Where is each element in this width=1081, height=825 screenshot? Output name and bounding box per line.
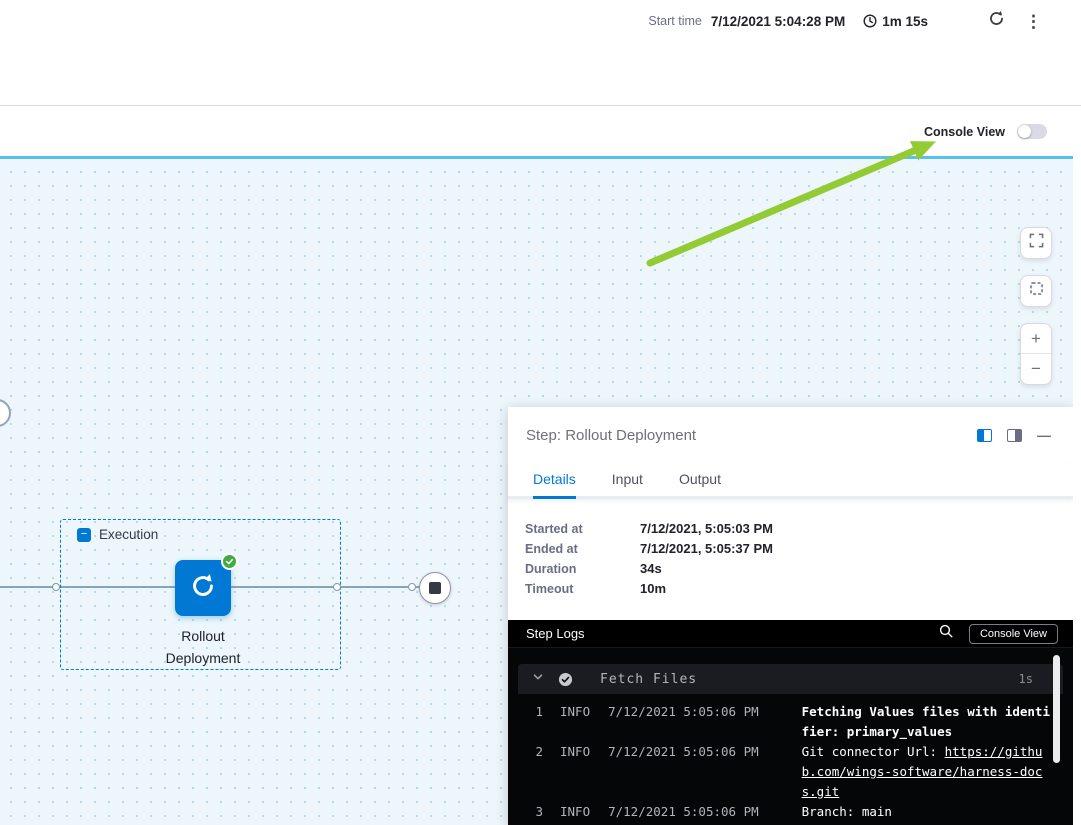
log-line-number: 2	[518, 742, 543, 762]
detail-label: Timeout	[525, 579, 640, 599]
log-line: 3 INFO 7/12/2021 5:05:06 PM Branch: main	[518, 802, 1063, 822]
detail-label: Ended at	[525, 539, 640, 559]
detail-value: 7/12/2021, 5:05:37 PM	[640, 539, 773, 559]
log-level: INFO	[560, 702, 590, 722]
log-body: Fetch Files 1s 1 INFO 7/12/2021 5:05:06 …	[508, 648, 1073, 825]
log-search-button[interactable]	[939, 624, 953, 643]
log-line: 1 INFO 7/12/2021 5:05:06 PM Fetching Val…	[518, 702, 1063, 742]
detail-value: 34s	[640, 559, 662, 579]
search-icon	[939, 624, 953, 643]
tab-input[interactable]: Input	[612, 471, 643, 496]
step-panel-tabs: Details Input Output	[508, 463, 1073, 499]
detail-row: Started at 7/12/2021, 5:05:03 PM	[525, 519, 1073, 539]
detail-label: Started at	[525, 519, 640, 539]
detail-row: Duration 34s	[525, 559, 1073, 579]
console-view-button[interactable]: Console View	[969, 624, 1058, 644]
start-time-label: Start time	[648, 14, 702, 28]
detail-value: 7/12/2021, 5:05:03 PM	[640, 519, 773, 539]
step-logs-header: Step Logs Console View	[508, 620, 1073, 648]
dock-right-icon	[1007, 429, 1022, 442]
marquee-selection-icon	[1029, 281, 1044, 301]
stop-square-icon	[429, 582, 441, 594]
step-panel-title: Step: Rollout Deployment	[526, 427, 977, 444]
collapse-group-button[interactable]: −	[77, 528, 91, 542]
log-message: Branch: main	[802, 802, 1053, 822]
zoom-out-button[interactable]: −	[1021, 354, 1051, 384]
console-view-toggle-label: Console View	[924, 125, 1005, 139]
edge-connector-dot	[52, 583, 60, 591]
log-line-number: 1	[518, 702, 543, 722]
stage-end-node[interactable]	[419, 572, 451, 604]
zoom-in-button[interactable]: +	[1021, 324, 1051, 354]
log-message: Fetching Values files with identifier: p…	[802, 702, 1053, 742]
kebab-menu-button[interactable]: ⋮	[1025, 13, 1042, 30]
fit-selection-button[interactable]	[1020, 275, 1052, 307]
dock-left-button[interactable]	[977, 429, 992, 442]
step-details-panel: Step: Rollout Deployment — Details Input…	[508, 407, 1073, 825]
log-message-prefix: Git connector Url:	[802, 744, 945, 759]
elapsed-duration: 1m 15s	[882, 14, 928, 29]
log-message: Git connector Url: https://github.com/wi…	[802, 742, 1053, 802]
execution-group-label: Execution	[99, 527, 158, 542]
start-time-value: 7/12/2021 5:04:28 PM	[711, 14, 845, 29]
previous-stage-node-partial	[0, 399, 11, 427]
log-timestamp: 7/12/2021 5:05:06 PM	[608, 802, 759, 822]
log-timestamp: 7/12/2021 5:05:06 PM	[608, 702, 759, 722]
log-section-duration: 1s	[1019, 672, 1033, 686]
clock-icon	[863, 14, 877, 28]
log-level: INFO	[560, 742, 590, 762]
step-logs-title: Step Logs	[526, 626, 939, 641]
chevron-down-icon	[532, 670, 544, 688]
log-section-fetch-files[interactable]: Fetch Files 1s	[518, 664, 1063, 694]
view-options-bar: Console View	[0, 107, 1081, 156]
node-label-line1: Rollout	[118, 625, 288, 647]
step-logs-console: Step Logs Console View Fetch Files 1s	[508, 620, 1073, 825]
edge-connector-dot	[408, 583, 416, 591]
step-details-list: Started at 7/12/2021, 5:05:03 PM Ended a…	[508, 499, 1073, 599]
detail-row: Ended at 7/12/2021, 5:05:37 PM	[525, 539, 1073, 559]
rollout-deployment-node[interactable]	[175, 560, 231, 616]
success-badge-icon	[221, 553, 238, 570]
page-gutter	[1073, 156, 1081, 825]
log-level: INFO	[560, 802, 590, 822]
detail-row: Timeout 10m	[525, 579, 1073, 599]
execution-meta: Start time 7/12/2021 5:04:28 PM 1m 15s ⋮	[648, 8, 1042, 34]
execution-group-header: − Execution	[77, 527, 158, 542]
refresh-button[interactable]	[988, 10, 1005, 32]
canvas-controls: + −	[1020, 227, 1052, 385]
fullscreen-icon	[1029, 233, 1044, 253]
rollout-icon	[190, 573, 216, 604]
detail-label: Duration	[525, 559, 640, 579]
section-success-icon	[558, 672, 573, 687]
tab-output[interactable]: Output	[679, 471, 721, 496]
panel-layout-controls: —	[977, 428, 1051, 442]
log-line-number: 3	[518, 802, 543, 822]
zoom-group: + −	[1020, 323, 1052, 385]
toggle-knob	[1018, 125, 1031, 138]
step-panel-header: Step: Rollout Deployment —	[508, 407, 1073, 463]
log-line: 2 INFO 7/12/2021 5:05:06 PM Git connecto…	[518, 742, 1063, 802]
log-scrollbar-thumb[interactable]	[1053, 655, 1060, 763]
dock-left-icon	[977, 429, 992, 442]
fullscreen-button[interactable]	[1020, 227, 1052, 259]
detail-value: 10m	[640, 579, 666, 599]
node-label-line2: Deployment	[118, 647, 288, 669]
log-section-name: Fetch Files	[600, 672, 1019, 687]
refresh-icon	[988, 10, 1005, 32]
console-view-toggle[interactable]	[1017, 124, 1047, 139]
dock-right-button[interactable]	[1007, 429, 1022, 442]
minimize-panel-button[interactable]: —	[1037, 428, 1051, 442]
node-label: Rollout Deployment	[118, 625, 288, 669]
tab-details[interactable]: Details	[533, 471, 576, 496]
edge-connector-dot	[333, 583, 341, 591]
execution-header-bar: Start time 7/12/2021 5:04:28 PM 1m 15s ⋮	[0, 0, 1081, 106]
log-lines: 1 INFO 7/12/2021 5:05:06 PM Fetching Val…	[518, 702, 1063, 822]
log-timestamp: 7/12/2021 5:05:06 PM	[608, 742, 759, 762]
